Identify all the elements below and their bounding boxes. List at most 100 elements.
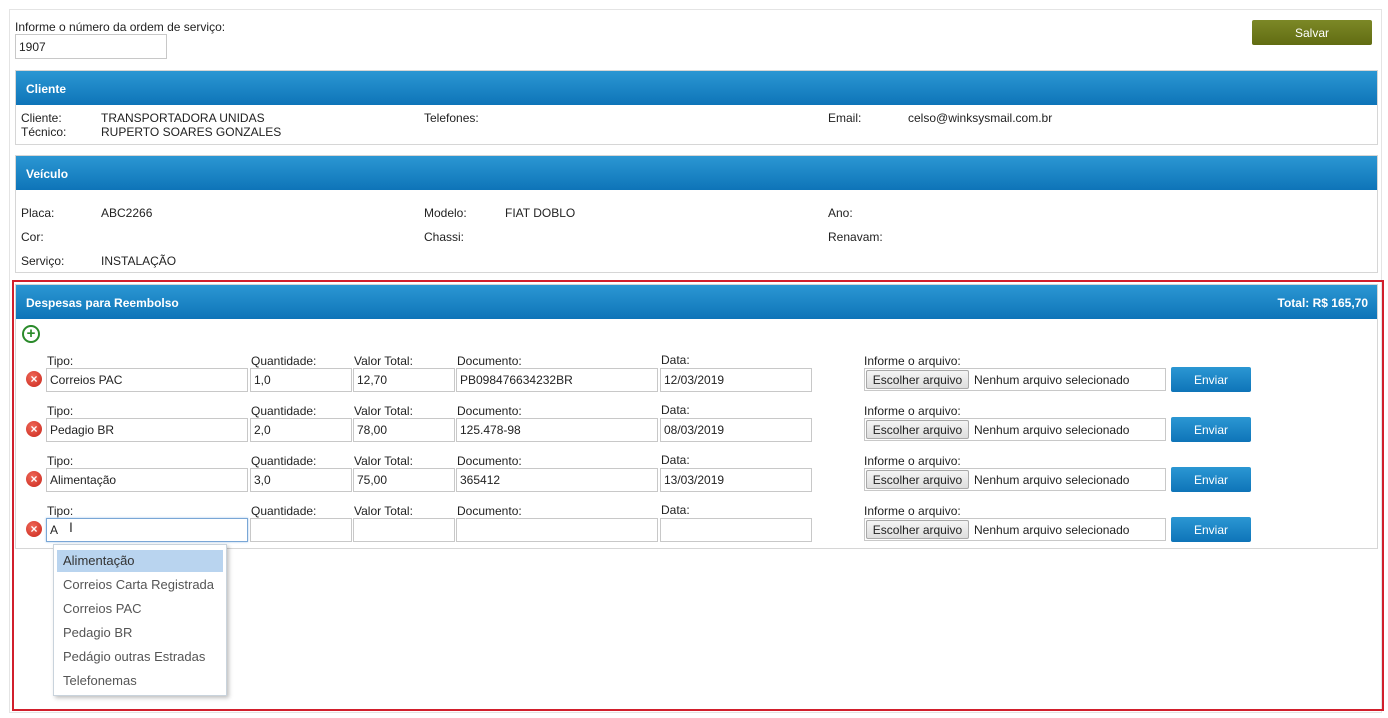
- documento-label: Documento:: [457, 354, 522, 368]
- valor-input[interactable]: [353, 368, 455, 392]
- ano-label: Ano:: [828, 206, 853, 220]
- tipo-label: Tipo:: [47, 404, 74, 418]
- modelo-label: Modelo:: [424, 206, 467, 220]
- file-label: Informe o arquivo:: [864, 354, 961, 368]
- documento-label: Documento:: [457, 504, 522, 518]
- tecnico-label: Técnico:: [21, 125, 67, 139]
- tipo-autocomplete-list: Alimentação Correios Carta Registrada Corr…: [53, 544, 227, 696]
- placa-label: Placa:: [21, 206, 55, 220]
- autocomplete-option[interactable]: Pedágio outras Estradas: [57, 646, 223, 668]
- quantidade-label: Quantidade:: [251, 454, 317, 468]
- data-input[interactable]: [660, 368, 812, 392]
- file-input[interactable]: Escolher arquivo Nenhum arquivo seleciona…: [864, 468, 1166, 491]
- tecnico-value: RUPERTO SOARES GONZALES: [101, 125, 282, 139]
- quantidade-input[interactable]: [250, 518, 352, 542]
- file-status-text: Nenhum arquivo selecionado: [974, 423, 1130, 437]
- valor-input[interactable]: [353, 418, 455, 442]
- autocomplete-option[interactable]: Alimentação: [57, 550, 223, 572]
- despesas-total: Total: R$ 165,70: [1277, 296, 1368, 310]
- data-label: Data:: [661, 453, 690, 467]
- autocomplete-option[interactable]: Correios Carta Registrada: [57, 574, 223, 596]
- tipo-input[interactable]: [46, 418, 248, 442]
- data-label: Data:: [661, 403, 690, 417]
- data-input[interactable]: [660, 418, 812, 442]
- quantidade-input[interactable]: [250, 368, 352, 392]
- valor-label: Valor Total:: [354, 504, 413, 518]
- send-button[interactable]: Enviar: [1171, 467, 1251, 492]
- delete-expense-icon[interactable]: ×: [26, 521, 42, 537]
- file-label: Informe o arquivo:: [864, 404, 961, 418]
- valor-label: Valor Total:: [354, 354, 413, 368]
- file-label: Informe o arquivo:: [864, 454, 961, 468]
- despesas-panel-header: Despesas para Reembolso Total: R$ 165,70: [16, 285, 1377, 319]
- send-button[interactable]: Enviar: [1171, 417, 1251, 442]
- autocomplete-option[interactable]: Telefonemas: [57, 670, 223, 692]
- documento-input[interactable]: [456, 518, 658, 542]
- documento-label: Documento:: [457, 454, 522, 468]
- servico-value: INSTALAÇÃO: [101, 254, 177, 268]
- data-label: Data:: [661, 353, 690, 367]
- text-cursor-icon: I: [69, 519, 73, 535]
- choose-file-button[interactable]: Escolher arquivo: [866, 420, 969, 439]
- data-input[interactable]: [660, 468, 812, 492]
- quantidade-label: Quantidade:: [251, 504, 317, 518]
- valor-input[interactable]: [353, 518, 455, 542]
- servico-label: Serviço:: [21, 254, 65, 268]
- valor-label: Valor Total:: [354, 454, 413, 468]
- order-number-label: Informe o número da ordem de serviço:: [15, 20, 226, 34]
- modelo-value: FIAT DOBLO: [505, 206, 576, 220]
- email-value: celso@winksysmail.com.br: [908, 111, 1053, 125]
- valor-label: Valor Total:: [354, 404, 413, 418]
- autocomplete-option[interactable]: Correios PAC: [57, 598, 223, 620]
- file-status-text: Nenhum arquivo selecionado: [974, 473, 1130, 487]
- cliente-panel-header: Cliente: [16, 71, 1377, 105]
- veiculo-panel: Veículo: [15, 155, 1378, 273]
- tipo-label: Tipo:: [47, 354, 74, 368]
- save-button[interactable]: Salvar: [1252, 20, 1372, 45]
- file-input[interactable]: Escolher arquivo Nenhum arquivo seleciona…: [864, 418, 1166, 441]
- autocomplete-option[interactable]: Pedagio BR: [57, 622, 223, 644]
- delete-expense-icon[interactable]: ×: [26, 371, 42, 387]
- order-number-input[interactable]: [15, 34, 167, 59]
- choose-file-button[interactable]: Escolher arquivo: [866, 520, 969, 539]
- delete-expense-icon[interactable]: ×: [26, 421, 42, 437]
- send-button[interactable]: Enviar: [1171, 367, 1251, 392]
- quantidade-label: Quantidade:: [251, 354, 317, 368]
- documento-input[interactable]: [456, 418, 658, 442]
- documento-input[interactable]: [456, 368, 658, 392]
- choose-file-button[interactable]: Escolher arquivo: [866, 370, 969, 389]
- tipo-label: Tipo:: [47, 504, 74, 518]
- veiculo-panel-header: Veículo: [16, 156, 1377, 190]
- data-input[interactable]: [660, 518, 812, 542]
- email-label: Email:: [828, 111, 862, 125]
- renavam-label: Renavam:: [828, 230, 883, 244]
- file-label: Informe o arquivo:: [864, 504, 961, 518]
- quantidade-input[interactable]: [250, 468, 352, 492]
- data-label: Data:: [661, 503, 690, 517]
- valor-input[interactable]: [353, 468, 455, 492]
- file-input[interactable]: Escolher arquivo Nenhum arquivo seleciona…: [864, 518, 1166, 541]
- veiculo-panel-title: Veículo: [26, 167, 69, 181]
- tipo-label: Tipo:: [47, 454, 74, 468]
- cliente-label: Cliente:: [21, 111, 62, 125]
- quantidade-input[interactable]: [250, 418, 352, 442]
- chassi-label: Chassi:: [424, 230, 465, 244]
- tipo-input[interactable]: [46, 518, 248, 542]
- file-input[interactable]: Escolher arquivo Nenhum arquivo seleciona…: [864, 368, 1166, 391]
- cliente-value: TRANSPORTADORA UNIDAS: [101, 111, 265, 125]
- send-button[interactable]: Enviar: [1171, 517, 1251, 542]
- documento-input[interactable]: [456, 468, 658, 492]
- tipo-input[interactable]: [46, 468, 248, 492]
- file-status-text: Nenhum arquivo selecionado: [974, 523, 1130, 537]
- delete-expense-icon[interactable]: ×: [26, 471, 42, 487]
- tipo-input[interactable]: [46, 368, 248, 392]
- add-expense-icon[interactable]: +: [22, 325, 40, 343]
- cor-label: Cor:: [21, 230, 44, 244]
- file-status-text: Nenhum arquivo selecionado: [974, 373, 1130, 387]
- quantidade-label: Quantidade:: [251, 404, 317, 418]
- choose-file-button[interactable]: Escolher arquivo: [866, 470, 969, 489]
- documento-label: Documento:: [457, 404, 522, 418]
- despesas-panel-title: Despesas para Reembolso: [26, 296, 179, 310]
- cliente-panel-title: Cliente: [26, 82, 67, 96]
- placa-value: ABC2266: [101, 206, 153, 220]
